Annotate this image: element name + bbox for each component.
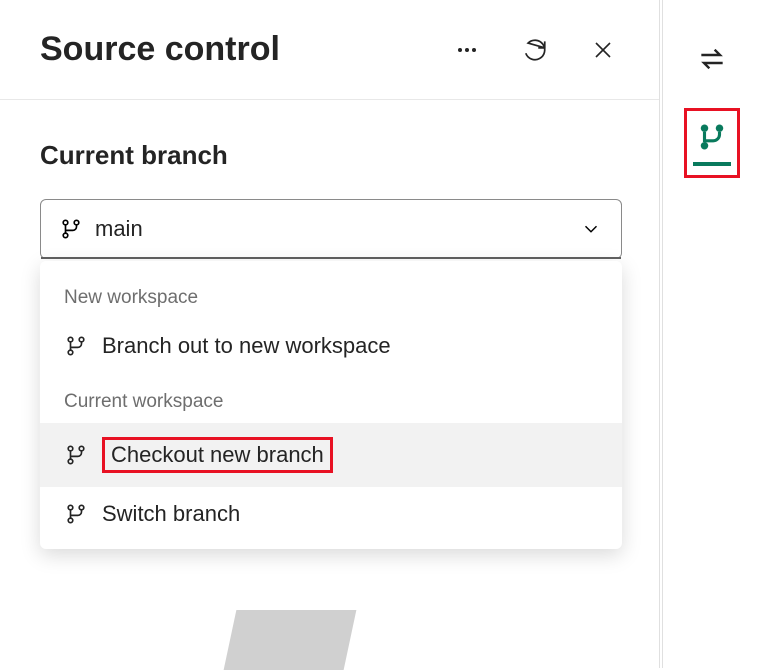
menu-group-label: Current workspace <box>40 373 622 423</box>
branch-icon <box>64 334 88 358</box>
menu-item-label: Checkout new branch <box>102 437 333 473</box>
menu-group-label: New workspace <box>40 269 622 319</box>
branch-icon <box>64 502 88 526</box>
close-button[interactable] <box>587 34 619 66</box>
header-actions <box>451 34 619 66</box>
branch-icon <box>64 443 88 467</box>
active-indicator <box>693 162 731 166</box>
branch-dropdown: main New workspace Branch o <box>40 199 619 259</box>
sync-icon <box>696 43 728 75</box>
more-options-button[interactable] <box>451 34 483 66</box>
header: Source control <box>0 0 659 100</box>
refresh-button[interactable] <box>519 34 551 66</box>
more-icon <box>455 38 479 62</box>
menu-item-label: Switch branch <box>102 501 240 527</box>
branch-dropdown-trigger[interactable]: main <box>40 199 622 259</box>
branch-icon <box>59 217 83 241</box>
source-control-icon <box>697 122 727 152</box>
menu-item-switch-branch[interactable]: Switch branch <box>40 487 622 541</box>
branch-dropdown-menu: New workspace Branch out to new workspac… <box>40 261 622 549</box>
close-icon <box>591 38 615 62</box>
refresh-icon <box>522 37 548 63</box>
page-title: Source control <box>40 30 451 69</box>
background-decoration <box>224 610 357 670</box>
branch-dropdown-value: main <box>95 216 579 242</box>
source-control-button[interactable] <box>684 108 740 178</box>
menu-item-checkout-new-branch[interactable]: Checkout new branch <box>40 423 622 487</box>
sync-button[interactable] <box>691 38 733 80</box>
content: Current branch main New workspace <box>0 100 659 259</box>
menu-item-label: Branch out to new workspace <box>102 333 391 359</box>
right-sidebar <box>662 0 760 668</box>
section-label: Current branch <box>40 140 619 171</box>
menu-item-branch-out[interactable]: Branch out to new workspace <box>40 319 622 373</box>
chevron-down-icon <box>579 217 603 241</box>
